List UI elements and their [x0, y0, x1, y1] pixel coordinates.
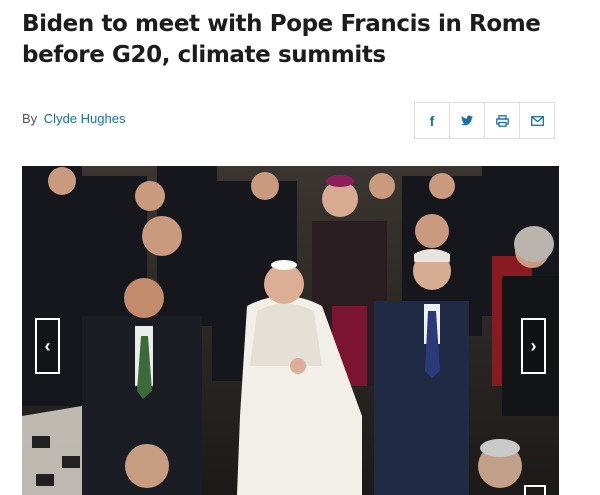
article-headline: Biden to meet with Pope Francis in Rome …: [22, 11, 541, 68]
share-bar: f: [414, 102, 555, 139]
author-link[interactable]: Clyde Hughes: [44, 111, 126, 126]
print-icon: [495, 114, 509, 127]
article-photo: [22, 166, 559, 495]
print-button[interactable]: [484, 102, 520, 139]
gallery-next-button[interactable]: ›: [521, 318, 546, 374]
photo-pope-francis-and-biden: [22, 166, 559, 495]
facebook-icon: f: [429, 112, 435, 129]
facebook-share-button[interactable]: f: [414, 102, 450, 139]
twitter-share-button[interactable]: [449, 102, 485, 139]
expand-icon[interactable]: [524, 485, 546, 495]
email-share-button[interactable]: [519, 102, 555, 139]
byline-prefix: By: [22, 111, 38, 126]
twitter-icon: [461, 115, 473, 126]
chevron-left-icon: ‹: [44, 335, 51, 356]
gallery-prev-button[interactable]: ‹: [35, 318, 60, 374]
byline: By Clyde Hughes: [22, 111, 125, 126]
chevron-right-icon: ›: [530, 335, 537, 356]
email-icon: [530, 115, 544, 126]
